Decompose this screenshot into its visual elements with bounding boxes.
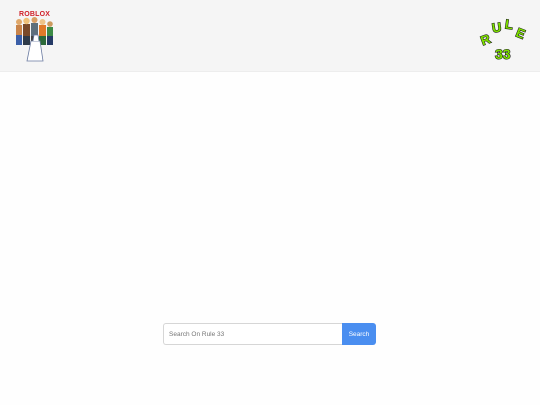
roblox-characters-icon bbox=[16, 17, 53, 62]
search-button[interactable]: Search bbox=[342, 323, 376, 345]
search-bar: Search bbox=[163, 323, 376, 345]
search-input[interactable] bbox=[163, 323, 342, 345]
svg-text:L: L bbox=[504, 16, 514, 32]
svg-text:U: U bbox=[491, 19, 502, 35]
svg-text:33: 33 bbox=[495, 46, 511, 62]
brand-logo[interactable]: ROBLOX bbox=[13, 11, 56, 63]
brand-logo-wordmark: ROBLOX bbox=[19, 11, 51, 18]
svg-text:E: E bbox=[514, 25, 528, 42]
page: ROBLOX R U L E 33 Search bbox=[0, 0, 540, 405]
header: ROBLOX R U L E 33 bbox=[0, 0, 540, 72]
svg-text:R: R bbox=[479, 31, 494, 49]
rule-logo-icon: R U L E 33 bbox=[478, 16, 528, 63]
site-logo[interactable]: R U L E 33 bbox=[478, 14, 530, 63]
